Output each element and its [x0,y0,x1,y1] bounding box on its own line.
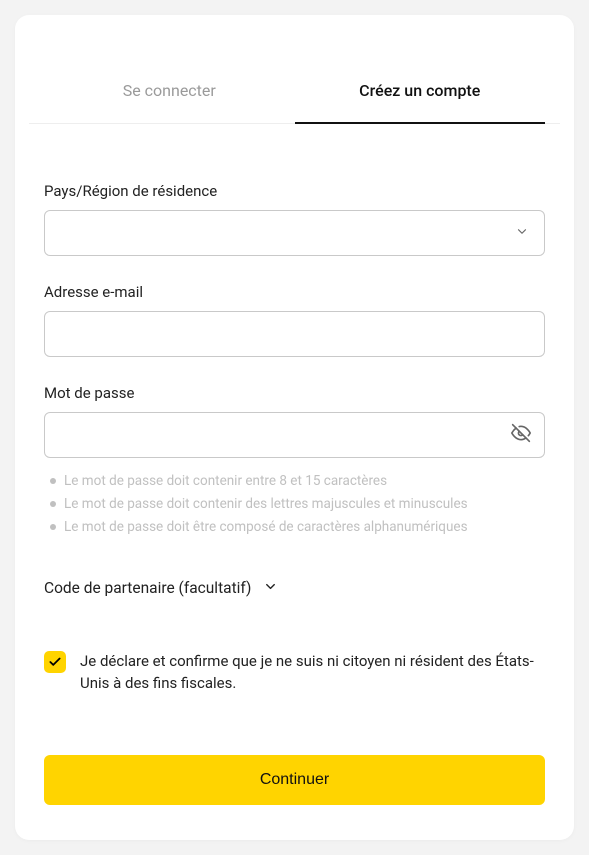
continue-button[interactable]: Continuer [44,755,545,805]
password-rule: Le mot de passe doit être composé de car… [44,516,545,539]
consent-row: Je déclare et confirme que je ne suis ni… [44,650,545,695]
eye-off-icon[interactable] [511,423,531,447]
email-field[interactable] [44,311,545,357]
password-rules: Le mot de passe doit contenir entre 8 et… [44,470,545,539]
password-rule: Le mot de passe doit contenir entre 8 et… [44,470,545,493]
tab-signup[interactable]: Créez un compte [295,81,546,124]
auth-tabs: Se connecter Créez un compte [29,80,560,124]
country-select-wrap [44,210,545,256]
email-field-group: Adresse e-mail [44,283,545,357]
password-field-group: Mot de passe [44,384,545,458]
partner-code-toggle[interactable]: Code de partenaire (facultatif) [44,579,545,598]
password-field[interactable] [44,412,545,458]
tab-signup-label: Créez un compte [359,81,480,100]
signup-card: Se connecter Créez un compte Pays/Région… [15,15,574,840]
tab-login-label: Se connecter [123,81,216,100]
consent-checkbox[interactable] [44,651,66,673]
password-label: Mot de passe [44,384,545,402]
consent-text: Je déclare et confirme que je ne suis ni… [80,650,545,695]
continue-label: Continuer [260,771,329,788]
country-field-group: Pays/Région de résidence [44,182,545,256]
chevron-down-icon [263,579,278,598]
country-label: Pays/Région de résidence [44,182,545,200]
country-select[interactable] [44,210,545,256]
tab-login[interactable]: Se connecter [44,81,295,124]
password-rule: Le mot de passe doit contenir des lettre… [44,493,545,516]
check-icon [48,655,62,669]
password-input-wrap [44,412,545,458]
email-label: Adresse e-mail [44,283,545,301]
partner-label: Code de partenaire (facultatif) [44,579,251,597]
